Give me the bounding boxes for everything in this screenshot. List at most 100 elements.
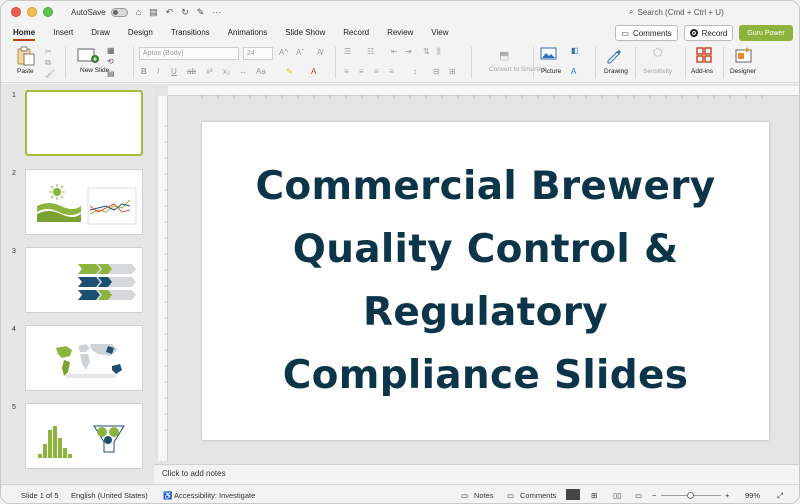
change-case-icon[interactable]: Aa (256, 67, 266, 76)
slide-thumbnail-1[interactable] (25, 90, 143, 156)
slideshow-icon[interactable]: ▭ (635, 491, 642, 500)
slide-title-line: Compliance Slides (282, 353, 689, 398)
accessibility-status[interactable]: Accessibility: Investigate (174, 491, 255, 500)
subscript-icon[interactable]: x₂ (223, 67, 230, 76)
reset-icon[interactable]: ⟲ (107, 57, 114, 66)
slide-thumbnail-3[interactable] (25, 247, 143, 313)
font-size-select[interactable]: 24 (243, 47, 273, 60)
increase-font-icon[interactable]: A^ (279, 48, 288, 57)
more-icon[interactable]: ··· (212, 7, 221, 18)
textbox-icon[interactable]: A (571, 67, 576, 76)
numbering-icon[interactable]: ☷ (367, 47, 374, 56)
slide-thumbnail-5[interactable] (25, 403, 143, 469)
align-right-icon[interactable]: ≡ (374, 67, 379, 76)
notes-pane[interactable]: Click to add notes (154, 464, 799, 484)
sensitivity-icon[interactable]: ⬠ (653, 46, 663, 59)
strikethrough-icon[interactable]: ab (187, 67, 196, 76)
thumbnail-number: 2 (12, 170, 16, 177)
tab-transitions[interactable]: Transitions (162, 28, 219, 41)
slide-thumbnail-4[interactable] (25, 325, 143, 391)
language[interactable]: English (United States) (71, 491, 148, 500)
convert-smartart-label: Convert to SmartArt (489, 66, 547, 73)
reading-view-icon[interactable]: ▯▯ (613, 491, 621, 500)
guru-power-button[interactable]: Guru Power (739, 25, 793, 41)
tab-review[interactable]: Review (378, 28, 422, 41)
add-ins-icon[interactable] (695, 46, 713, 64)
copy-icon[interactable]: ⧉ (45, 58, 51, 68)
align-text-icon[interactable]: ⊟ (433, 67, 440, 76)
slide-thumbnail-2[interactable] (25, 169, 143, 235)
title-bar: AutoSave ⌂ ▤ ↶ ↻ ✎ ··· ⌕ Search (Cmd + C… (1, 1, 799, 23)
fit-to-window-icon[interactable]: ⤢ (777, 491, 783, 501)
character-spacing-icon[interactable]: ↔ (239, 67, 247, 76)
comments-toggle[interactable]: Comments (520, 491, 556, 500)
justify-icon[interactable]: ≡ (389, 67, 394, 76)
save-icon[interactable]: ▤ (149, 7, 158, 18)
tab-home[interactable]: Home (1, 28, 44, 41)
italic-icon[interactable]: I (157, 67, 159, 76)
thumbnail-3-graphic (78, 264, 136, 300)
tab-view[interactable]: View (422, 28, 457, 41)
tab-slide-show[interactable]: Slide Show (276, 28, 334, 41)
paste-icon[interactable] (15, 46, 37, 66)
comments-button[interactable]: ▭ Comments (615, 25, 678, 41)
zoom-level[interactable]: 99% (745, 491, 760, 500)
increase-indent-icon[interactable]: ⇥ (405, 47, 412, 56)
normal-view-icon[interactable] (566, 489, 580, 500)
picture-icon[interactable] (540, 47, 558, 61)
shapes-icon[interactable]: ◧ (571, 46, 579, 55)
search-box[interactable]: ⌕ Search (Cmd + Ctrl + U) (629, 7, 724, 17)
bold-icon[interactable]: B (141, 67, 147, 76)
notes-toggle[interactable]: Notes (474, 491, 494, 500)
layout-icon[interactable]: ▦ (107, 46, 115, 55)
section-icon[interactable]: ▤ (107, 69, 115, 78)
slide-sorter-icon[interactable]: ⊞ (591, 491, 597, 500)
new-slide-icon[interactable] (77, 47, 101, 65)
superscript-icon[interactable]: x² (206, 67, 213, 76)
tab-design[interactable]: Design (119, 28, 162, 41)
align-left-icon[interactable]: ≡ (344, 67, 349, 76)
slide-title[interactable]: Commercial Brewery Quality Control & Reg… (216, 155, 756, 407)
minimize-window-button[interactable] (27, 7, 37, 17)
format-painter-icon[interactable]: ✎ (197, 7, 205, 18)
designer-icon[interactable] (735, 46, 753, 64)
home-icon[interactable]: ⌂ (136, 7, 141, 18)
tab-insert[interactable]: Insert (44, 28, 82, 41)
current-slide[interactable]: Commercial Brewery Quality Control & Reg… (202, 122, 769, 440)
format-painter-brush-icon[interactable]: 🖌 (45, 69, 55, 78)
smartart-icon[interactable]: ⬒ (499, 49, 509, 62)
slide-count: Slide 1 of 5 (21, 491, 59, 500)
clear-formatting-icon[interactable]: A̸ (317, 48, 322, 57)
zoom-out-icon[interactable]: − (652, 491, 656, 500)
record-button-label: Record (701, 28, 728, 38)
text-direction-icon[interactable]: ⇅ (423, 47, 430, 56)
bullets-icon[interactable]: ☰ (344, 47, 351, 56)
close-window-button[interactable] (11, 7, 21, 17)
paste-label: Paste (17, 68, 34, 75)
add-ins-label: Add-ins (691, 68, 714, 75)
tab-draw[interactable]: Draw (82, 28, 119, 41)
record-button[interactable]: Record (684, 25, 733, 41)
underline-icon[interactable]: U (171, 67, 177, 76)
line-spacing-icon[interactable]: ↕ (413, 67, 417, 76)
drawing-icon[interactable] (605, 46, 623, 64)
paragraph-options-icon[interactable]: ⊞ (449, 67, 456, 76)
autosave-toggle[interactable] (110, 7, 128, 17)
cut-icon[interactable]: ✂ (45, 47, 52, 56)
zoom-in-icon[interactable]: + (725, 491, 729, 500)
record-icon (689, 29, 698, 37)
columns-icon[interactable]: ⫼ (437, 47, 441, 57)
zoom-slider-handle[interactable] (687, 492, 694, 499)
decrease-font-icon[interactable]: Aˇ (296, 48, 304, 57)
font-color-icon[interactable]: A (311, 67, 316, 76)
decrease-indent-icon[interactable]: ⇤ (391, 47, 398, 56)
tab-animations[interactable]: Animations (219, 28, 277, 41)
redo-icon[interactable]: ↻ (181, 7, 189, 18)
tab-record[interactable]: Record (334, 28, 378, 41)
ribbon-divider (635, 47, 636, 79)
highlight-icon[interactable]: ✎ (286, 67, 293, 76)
font-name-select[interactable]: Aptos (Body) (139, 47, 239, 60)
zoom-window-button[interactable] (43, 7, 53, 17)
undo-icon[interactable]: ↶ (166, 7, 174, 18)
align-center-icon[interactable]: ≡ (359, 67, 364, 76)
